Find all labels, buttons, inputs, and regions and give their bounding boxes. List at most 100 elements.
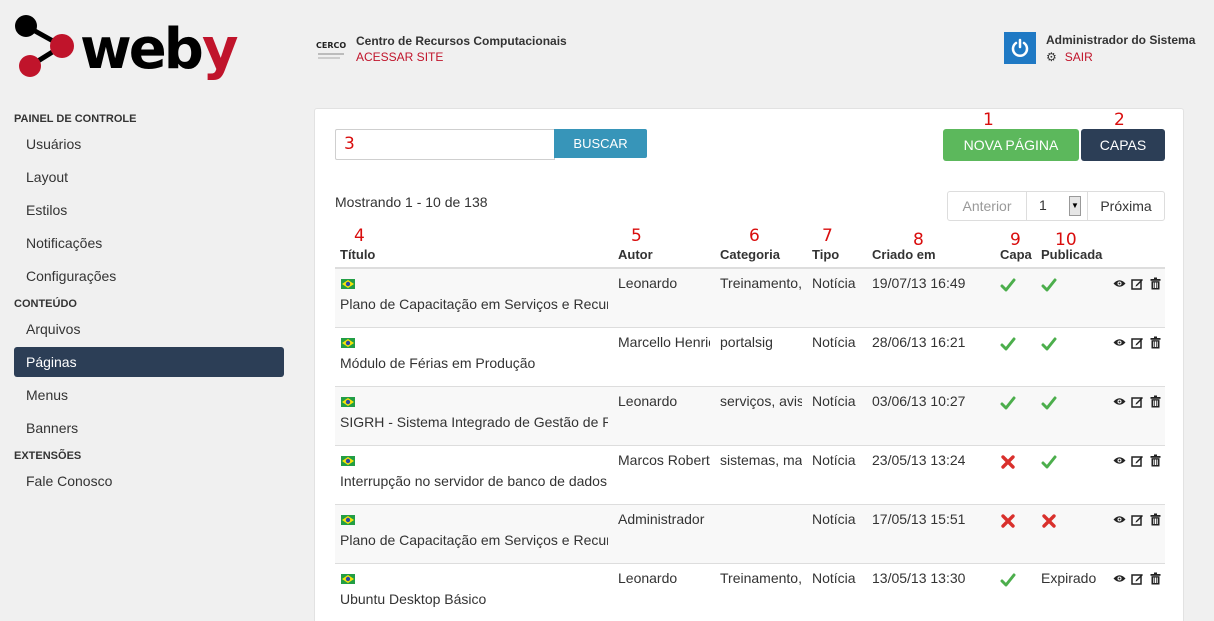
check-icon[interactable] (1041, 336, 1057, 352)
edit-icon[interactable] (1131, 277, 1144, 290)
published-status-text[interactable]: Expirado (1041, 570, 1096, 586)
type-cell: Notícia (812, 275, 856, 291)
row-actions (1113, 277, 1162, 290)
logout-label[interactable]: SAIR (1065, 48, 1093, 66)
row-actions (1113, 336, 1162, 349)
view-icon[interactable] (1113, 572, 1126, 585)
trash-icon[interactable] (1149, 277, 1162, 290)
page-title-link[interactable]: SIGRH - Sistema Integrado de Gestão de R… (340, 414, 608, 430)
view-icon[interactable] (1113, 513, 1126, 526)
page-title-link[interactable]: Interrupção no servidor de banco de dado… (340, 473, 608, 489)
sidebar-item-paginas[interactable]: Páginas (14, 347, 284, 377)
type-cell: Notícia (812, 393, 856, 409)
weby-logo[interactable]: web y weby (12, 14, 252, 84)
org-logo-text: CERCOMP (316, 41, 346, 50)
col-type[interactable]: Tipo (812, 247, 839, 262)
cross-icon[interactable] (1041, 513, 1057, 529)
row-actions (1113, 572, 1162, 585)
search-input[interactable] (335, 129, 555, 160)
sidebar-item-notificacoes[interactable]: Notificações (14, 227, 284, 260)
sidebar-item-layout[interactable]: Layout (14, 161, 284, 194)
next-page-button[interactable]: Próxima (1087, 191, 1165, 221)
pagination: Anterior 1 ▼ Próxima (947, 191, 1165, 221)
new-page-button[interactable]: NOVA PÁGINA (943, 129, 1079, 161)
author-cell: Administrador (618, 511, 705, 527)
category-cell: portalsig (720, 334, 773, 350)
sidebar-item-arquivos[interactable]: Arquivos (14, 313, 284, 346)
row-actions (1113, 513, 1162, 526)
cross-icon[interactable] (1000, 513, 1016, 529)
cross-icon[interactable] (1000, 454, 1016, 470)
created-cell: 28/06/13 16:21 (872, 334, 966, 350)
page-title-link[interactable]: Ubuntu Desktop Básico (340, 591, 608, 607)
access-site-link[interactable]: ACESSAR SITE (356, 48, 567, 66)
sidebar-item-estilos[interactable]: Estilos (14, 194, 284, 227)
col-created[interactable]: Criado em (872, 247, 936, 262)
brazil-flag-icon (341, 279, 355, 289)
page-title-link[interactable]: Plano de Capacitação em Serviços e Recur… (340, 296, 608, 312)
edit-icon[interactable] (1131, 513, 1144, 526)
col-published[interactable]: Publicada (1041, 247, 1102, 262)
trash-icon[interactable] (1149, 395, 1162, 408)
edit-icon[interactable] (1131, 336, 1144, 349)
view-icon[interactable] (1113, 454, 1126, 467)
view-icon[interactable] (1113, 336, 1126, 349)
pages-table-body: Plano de Capacitação em Serviços e Recur… (335, 269, 1165, 621)
category-cell: sistemas, manutenção (720, 452, 802, 468)
check-icon[interactable] (1000, 336, 1016, 352)
col-cover[interactable]: Capa (1000, 247, 1032, 262)
logout-link[interactable]: ⚙ SAIR (1046, 48, 1195, 66)
table-row: Módulo de Férias em Produção Marcello He… (335, 328, 1165, 387)
col-category[interactable]: Categoria (720, 247, 780, 262)
sidebar: PAINEL DE CONTROLE Usuários Layout Estil… (14, 108, 284, 498)
created-cell: 03/06/13 10:27 (872, 393, 966, 409)
created-cell: 13/05/13 13:30 (872, 570, 966, 586)
search-button[interactable]: BUSCAR (554, 129, 647, 158)
annotation-number: 1 (983, 110, 994, 130)
brazil-flag-icon (341, 397, 355, 407)
edit-icon[interactable] (1131, 572, 1144, 585)
check-icon[interactable] (1041, 395, 1057, 411)
type-cell: Notícia (812, 452, 856, 468)
check-icon[interactable] (1041, 277, 1057, 293)
check-icon[interactable] (1000, 572, 1016, 588)
type-cell: Notícia (812, 570, 856, 586)
check-icon[interactable] (1000, 277, 1016, 293)
trash-icon[interactable] (1149, 572, 1162, 585)
category-cell: Treinamento, capacitação (720, 570, 802, 586)
check-icon[interactable] (1000, 395, 1016, 411)
trash-icon[interactable] (1149, 513, 1162, 526)
table-row: Ubuntu Desktop Básico Leonardo Treinamen… (335, 564, 1165, 621)
view-icon[interactable] (1113, 395, 1126, 408)
sidebar-item-menus[interactable]: Menus (14, 379, 284, 412)
page-select[interactable]: 1 ▼ (1027, 191, 1087, 221)
chevron-down-icon: ▼ (1069, 196, 1081, 216)
created-cell: 19/07/13 16:49 (872, 275, 966, 291)
covers-button[interactable]: CAPAS (1081, 129, 1165, 161)
type-cell: Notícia (812, 334, 856, 350)
col-author[interactable]: Autor (618, 247, 653, 262)
page-title-link[interactable]: Plano de Capacitação em Serviços e Recur… (340, 532, 608, 548)
col-title[interactable]: Título (340, 247, 375, 262)
trash-icon[interactable] (1149, 336, 1162, 349)
sidebar-item-usuarios[interactable]: Usuários (14, 128, 284, 161)
author-cell: Leonardo (618, 570, 678, 586)
annotation-number: 2 (1114, 110, 1125, 130)
power-icon[interactable] (1004, 32, 1036, 64)
check-icon[interactable] (1041, 454, 1057, 470)
sidebar-item-banners[interactable]: Banners (14, 412, 284, 445)
view-icon[interactable] (1113, 277, 1126, 290)
edit-icon[interactable] (1131, 395, 1144, 408)
page-title-link[interactable]: Módulo de Férias em Produção (340, 355, 608, 371)
brazil-flag-icon (341, 515, 355, 525)
annotation-number: 3 (344, 134, 355, 154)
brazil-flag-icon (341, 338, 355, 348)
sidebar-section-title: EXTENSÕES (14, 450, 82, 462)
sidebar-section-title: PAINEL DE CONTROLE (14, 113, 137, 125)
sidebar-item-fale-conosco[interactable]: Fale Conosco (14, 465, 284, 498)
trash-icon[interactable] (1149, 454, 1162, 467)
prev-page-button[interactable]: Anterior (947, 191, 1027, 221)
author-cell: Leonardo (618, 275, 678, 291)
sidebar-item-configuracoes[interactable]: Configurações (14, 260, 284, 293)
edit-icon[interactable] (1131, 454, 1144, 467)
